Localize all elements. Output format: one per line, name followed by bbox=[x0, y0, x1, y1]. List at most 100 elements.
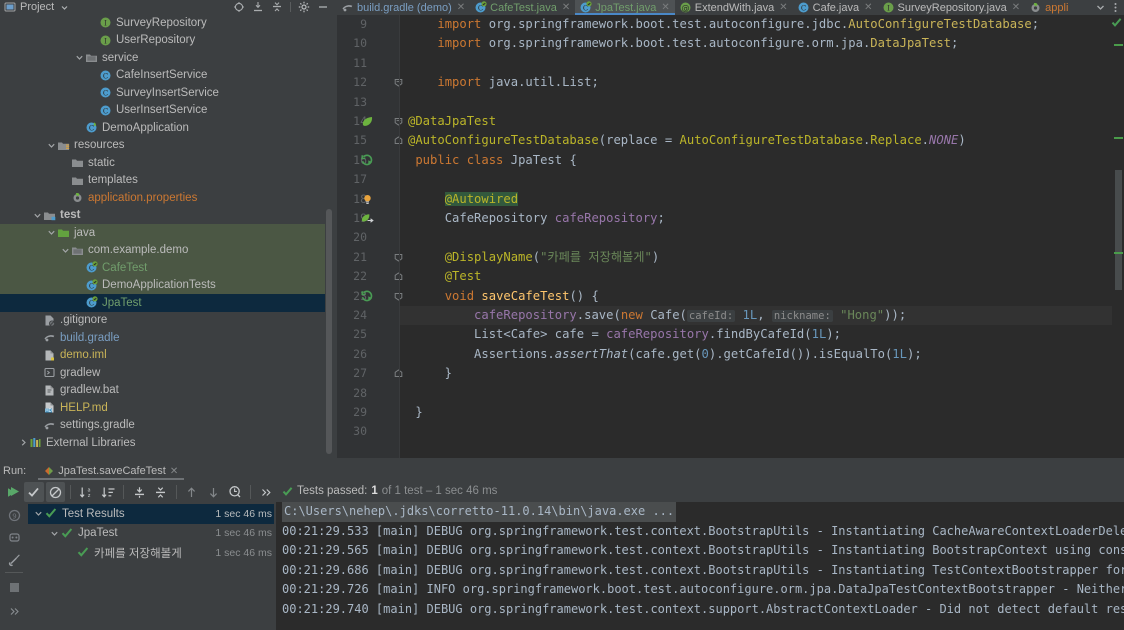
tree-item[interactable]: templates bbox=[0, 172, 325, 190]
code-line[interactable]: Assertions.assertThat(cafe.get(0).getCaf… bbox=[408, 345, 922, 364]
chevron-down-icon[interactable] bbox=[46, 141, 56, 150]
code-line[interactable]: @Test bbox=[408, 267, 482, 286]
project-tree-scroll-thumb[interactable] bbox=[326, 209, 332, 454]
editor-scroll-thumb[interactable] bbox=[1115, 170, 1122, 290]
inspection-ok-icon[interactable] bbox=[1111, 17, 1122, 28]
tree-item[interactable]: com.example.demo bbox=[0, 241, 325, 259]
tree-item[interactable]: service bbox=[0, 49, 325, 67]
console-log-line[interactable]: 00:21:29.686 [main] DEBUG org.springfram… bbox=[276, 561, 1124, 581]
stripe-mark[interactable] bbox=[1114, 137, 1123, 139]
tree-item[interactable]: java bbox=[0, 224, 325, 242]
code-line[interactable]: List<Cafe> cafe = cafeRepository.findByC… bbox=[408, 325, 841, 344]
tree-item[interactable]: C CafeInsertService bbox=[0, 67, 325, 85]
editor-tab-bar[interactable]: build.gradle (demo) ✕ C CafeTest.java ✕ C JpaT… bbox=[337, 0, 1124, 15]
tree-item[interactable]: I SurveyRepository bbox=[0, 14, 325, 32]
expand-all-icon[interactable] bbox=[252, 1, 264, 13]
close-icon[interactable]: ✕ bbox=[457, 2, 465, 13]
code-line[interactable]: } bbox=[408, 403, 422, 422]
run-icon[interactable] bbox=[5, 482, 23, 500]
run-toolbar[interactable]: az bbox=[0, 480, 276, 504]
tree-item[interactable]: C CafeTest bbox=[0, 259, 325, 277]
prev-failed-icon[interactable] bbox=[182, 482, 202, 502]
test-results-tree[interactable]: Test Results 1 sec 46 ms JpaTest 1 sec 46 m… bbox=[28, 504, 276, 630]
code-line[interactable]: @DataJpaTest bbox=[408, 112, 496, 131]
console-log-line[interactable]: 00:21:29.533 [main] DEBUG org.springfram… bbox=[276, 522, 1124, 542]
tree-item[interactable]: MD HELP.md bbox=[0, 399, 325, 417]
close-icon[interactable]: ✕ bbox=[562, 2, 570, 13]
chevron-down-icon[interactable] bbox=[32, 509, 44, 518]
tree-item[interactable]: gradlew.bat bbox=[0, 382, 325, 400]
code-content[interactable]: import org.springframework.boot.test.aut… bbox=[400, 15, 1124, 458]
close-icon[interactable]: ✕ bbox=[661, 2, 669, 13]
editor-tab-extendwith-java[interactable]: @ ExtendWith.java ✕ bbox=[675, 0, 793, 15]
debug-icon[interactable]: 9 bbox=[5, 506, 23, 524]
tree-item-selected[interactable]: C JpaTest bbox=[0, 294, 325, 312]
expand-all-icon[interactable] bbox=[129, 482, 149, 502]
chevron-right-icon[interactable] bbox=[18, 438, 28, 447]
code-line[interactable]: import org.springframework.boot.test.aut… bbox=[408, 15, 1039, 34]
editor-tab-cafe-java[interactable]: C Cafe.java ✕ bbox=[793, 0, 878, 15]
close-icon[interactable]: ✕ bbox=[864, 2, 872, 13]
test-result-row[interactable]: 카페를 저장해볼게 1 sec 46 ms bbox=[28, 543, 276, 563]
run-test-icon[interactable] bbox=[361, 154, 374, 167]
console-output[interactable]: C:\Users\nehep\.jdks\corretto-11.0.14\bi… bbox=[276, 502, 1124, 630]
sort-by-duration-icon[interactable] bbox=[98, 482, 118, 502]
code-line[interactable]: import java.util.List; bbox=[408, 73, 598, 92]
code-line[interactable]: } bbox=[408, 364, 452, 383]
code-line[interactable]: CafeRepository cafeRepository; bbox=[408, 209, 665, 228]
more-tools-icon[interactable] bbox=[5, 602, 23, 620]
tree-item[interactable]: gradlew bbox=[0, 364, 325, 382]
spring-leaf-icon[interactable] bbox=[361, 115, 374, 128]
close-icon[interactable]: ✕ bbox=[170, 466, 178, 477]
tree-item[interactable]: C DemoApplication bbox=[0, 119, 325, 137]
chevron-down-icon[interactable] bbox=[60, 246, 70, 255]
terminal-icon[interactable] bbox=[5, 578, 23, 596]
tab-list-chevron-icon[interactable] bbox=[1095, 2, 1106, 13]
chevron-down-icon[interactable] bbox=[74, 53, 84, 62]
tree-item[interactable]: resources bbox=[0, 137, 325, 155]
stripe-mark[interactable] bbox=[1114, 252, 1123, 254]
console-command-line[interactable]: C:\Users\nehep\.jdks\corretto-11.0.14\bi… bbox=[276, 502, 1124, 522]
console-log-line[interactable]: 00:21:29.726 [main] INFO org.springframe… bbox=[276, 580, 1124, 600]
next-failed-icon[interactable] bbox=[204, 482, 224, 502]
collapse-all-icon[interactable] bbox=[271, 1, 283, 13]
stripe-mark[interactable] bbox=[1114, 44, 1123, 46]
code-line[interactable]: import org.springframework.boot.test.aut… bbox=[408, 34, 958, 53]
show-ignored-icon[interactable] bbox=[45, 482, 66, 502]
editor-gutter[interactable]: 9 10 11 12 13 14 15 16 17 18 19 20 21 22 23 24 25 26 27 28 2… bbox=[337, 15, 403, 458]
tree-item[interactable]: application.properties bbox=[0, 189, 325, 207]
chevron-down-icon[interactable] bbox=[48, 529, 60, 538]
code-line[interactable]: @DisplayName("카페를 저장해볼게") bbox=[408, 248, 659, 267]
editor-tab-surveyrepository-java[interactable]: I SurveyRepository.java ✕ bbox=[878, 0, 1026, 15]
tree-item[interactable]: demo.iml bbox=[0, 347, 325, 365]
sort-alphabetically-icon[interactable]: az bbox=[76, 482, 96, 502]
console-log-line[interactable]: 00:21:29.565 [main] DEBUG org.springfram… bbox=[276, 541, 1124, 561]
bulb-icon[interactable] bbox=[361, 193, 374, 206]
chevron-down-icon[interactable] bbox=[32, 211, 42, 220]
test-result-row[interactable]: JpaTest 1 sec 46 ms bbox=[28, 524, 276, 544]
tree-item[interactable]: static bbox=[0, 154, 325, 172]
code-line[interactable]: public class JpaTest { bbox=[408, 151, 576, 170]
gear-icon[interactable] bbox=[298, 1, 310, 13]
tree-item[interactable]: test bbox=[0, 207, 325, 225]
error-stripe-bar[interactable] bbox=[1112, 30, 1124, 458]
tree-item[interactable]: C DemoApplicationTests bbox=[0, 276, 325, 294]
tool-window-side-bar[interactable]: 9 bbox=[0, 486, 28, 630]
tree-item[interactable]: .gitignore bbox=[0, 312, 325, 330]
console-log-line[interactable]: 00:21:29.740 [main] DEBUG org.springfram… bbox=[276, 600, 1124, 620]
locate-icon[interactable] bbox=[233, 1, 245, 13]
history-icon[interactable] bbox=[225, 482, 245, 502]
run-tab[interactable]: JpaTest.saveCafeTest ✕ bbox=[38, 462, 185, 480]
collapse-all-icon[interactable] bbox=[151, 482, 171, 502]
spring-bean-icon[interactable] bbox=[361, 212, 374, 225]
tree-item[interactable]: C SurveyInsertService bbox=[0, 84, 325, 102]
build-icon[interactable] bbox=[5, 550, 23, 568]
tree-item[interactable]: I UserRepository bbox=[0, 32, 325, 50]
code-line[interactable]: void saveCafeTest() { bbox=[408, 287, 599, 306]
profiler-icon[interactable] bbox=[5, 528, 23, 546]
tree-item[interactable]: settings.gradle bbox=[0, 417, 325, 435]
code-editor[interactable]: 9 10 11 12 13 14 15 16 17 18 19 20 21 22 23 24 25 26 27 28 2… bbox=[337, 15, 1124, 458]
show-passed-icon[interactable] bbox=[23, 482, 44, 502]
project-tree[interactable]: I SurveyRepository I UserRepository service C… bbox=[0, 14, 325, 458]
code-line[interactable]: cafeRepository.save(new Cafe(cafeId: 1L,… bbox=[408, 306, 906, 325]
